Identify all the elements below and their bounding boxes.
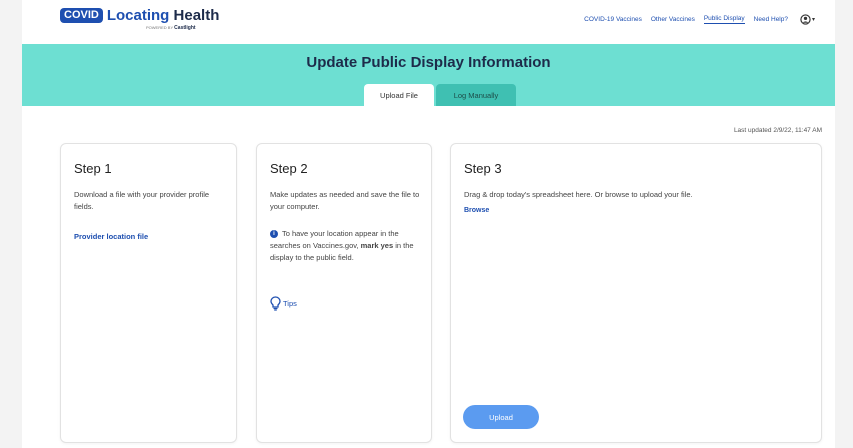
step3-card[interactable]: Step 3 Drag & drop today's spreadsheet h… bbox=[450, 143, 822, 443]
page-title: Update Public Display Information bbox=[306, 54, 551, 71]
castlight-brand: Castlight bbox=[174, 25, 196, 31]
logo-powered-by: POWERED BY Castlight bbox=[146, 25, 196, 31]
title-banner: Update Public Display Information Upload… bbox=[22, 44, 835, 106]
step3-text: Drag & drop today's spreadsheet here. Or… bbox=[464, 190, 693, 199]
step3-title: Step 3 bbox=[464, 161, 502, 176]
provider-location-file-link[interactable]: Provider location file bbox=[74, 232, 148, 241]
powered-by-label: POWERED BY bbox=[146, 25, 174, 30]
upload-button[interactable]: Upload bbox=[463, 405, 539, 429]
logo-text: Locating Health bbox=[107, 8, 220, 23]
browse-link[interactable]: Browse bbox=[464, 207, 489, 214]
nav-public-display[interactable]: Public Display bbox=[703, 15, 745, 24]
step2-title: Step 2 bbox=[270, 161, 308, 176]
info-text-bold: mark yes bbox=[360, 241, 394, 250]
logo-badge: COVID bbox=[60, 8, 103, 23]
step2-info-note: i To have your location appear in the se… bbox=[270, 228, 420, 264]
step1-title: Step 1 bbox=[74, 161, 112, 176]
tab-log-manually[interactable]: Log Manually bbox=[436, 84, 516, 106]
user-menu[interactable]: ▾ bbox=[800, 14, 815, 25]
step2-card: Step 2 Make updates as needed and save t… bbox=[256, 143, 432, 443]
last-updated-text: Last updated 2/9/22, 11:47 AM bbox=[733, 127, 822, 134]
nav-need-help[interactable]: Need Help? bbox=[754, 16, 788, 23]
tips-label: Tips bbox=[283, 299, 297, 308]
user-account-icon bbox=[800, 14, 811, 25]
tab-upload-file[interactable]: Upload File bbox=[364, 84, 434, 106]
top-header: COVID Locating Health POWERED BY Castlig… bbox=[22, 0, 835, 44]
nav-other-vaccines[interactable]: Other Vaccines bbox=[651, 16, 695, 23]
covid-locating-health-logo[interactable]: COVID Locating Health POWERED BY Castlig… bbox=[60, 8, 220, 31]
nav-covid-vaccines[interactable]: COVID-19 Vaccines bbox=[584, 16, 642, 23]
step2-text: Make updates as needed and save the file… bbox=[270, 190, 420, 211]
tips-link[interactable]: Tips bbox=[270, 296, 297, 311]
step1-text: Download a file with your provider profi… bbox=[74, 190, 210, 211]
chevron-down-icon: ▾ bbox=[811, 17, 815, 23]
logo-text-health: Health bbox=[173, 7, 220, 24]
page: COVID Locating Health POWERED BY Castlig… bbox=[22, 0, 835, 448]
logo-text-locating: Locating bbox=[106, 7, 170, 24]
step1-card: Step 1 Download a file with your provide… bbox=[60, 143, 237, 443]
lightbulb-icon bbox=[270, 296, 281, 311]
info-icon: i bbox=[270, 230, 278, 239]
top-nav: COVID-19 Vaccines Other Vaccines Public … bbox=[575, 14, 815, 25]
